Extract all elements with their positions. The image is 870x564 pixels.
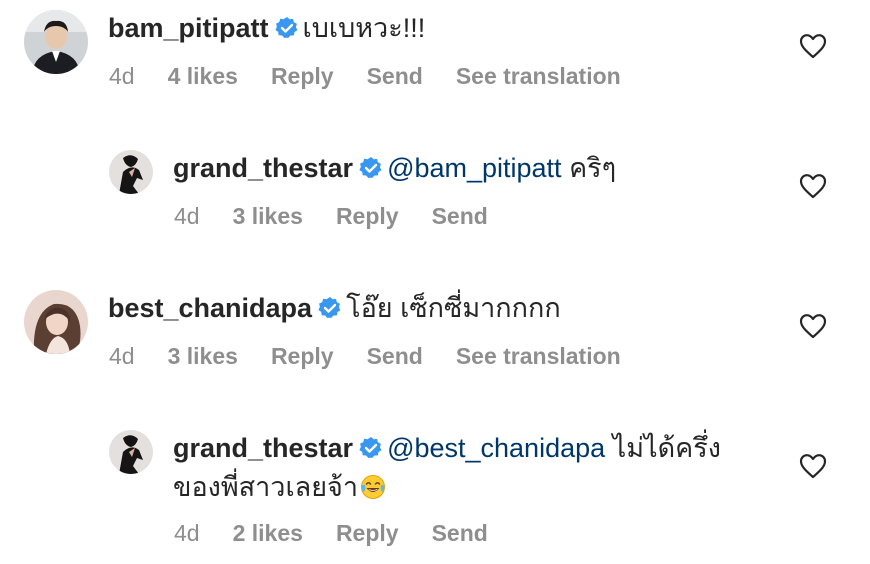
likes-count[interactable]: 4 likes [168,63,238,89]
comment-text: ไม่ได้ครึ่ง [605,433,721,463]
comment-time: 4d [174,203,200,229]
avatar-grand-thestar[interactable] [109,430,153,474]
comment-text-line: grand_thestar @best_chanidapa ไม่ได้ครึ่ง [173,431,721,465]
see-translation-button[interactable]: See translation [456,343,621,369]
comment-meta: 4d 2 likes Reply Send [174,519,521,547]
heart-outline-icon[interactable] [799,173,827,199]
comment-text-line: best_chanidapa โอ๊ย เซ็กซี่มากกกก [108,291,561,325]
mention-link[interactable]: @bam_pitipatt [387,153,562,183]
avatar-bam-pitipatt[interactable] [24,10,88,74]
comment-text-cont: ของพี่สาวเลยจ้า [173,472,359,502]
likes-count[interactable]: 3 likes [233,203,303,229]
avatar-grand-thestar[interactable] [109,150,153,194]
send-button[interactable]: Send [367,63,423,89]
comment-meta: 4d 3 likes Reply Send See translation [109,342,654,370]
send-button[interactable]: Send [432,520,488,546]
comment-text-line: grand_thestar @bam_pitipatt คริๆ [173,151,616,185]
likes-count[interactable]: 3 likes [168,343,238,369]
comment-time: 4d [109,63,135,89]
send-button[interactable]: Send [432,203,488,229]
comment-text: โอ๊ย เซ็กซี่มากกกก [346,293,561,323]
username[interactable]: grand_thestar [173,153,353,183]
comment-text-continuation: ของพี่สาวเลยจ้า [173,470,386,504]
comment-meta: 4d 3 likes Reply Send [174,202,521,230]
username[interactable]: grand_thestar [173,433,353,463]
verified-badge-icon [359,157,382,178]
face-with-tears-of-joy-emoji [361,475,386,499]
comment-time: 4d [174,520,200,546]
comment-text: เบเบหวะ!!! [302,13,426,43]
verified-badge-icon [318,297,341,318]
see-translation-button[interactable]: See translation [456,63,621,89]
heart-outline-icon[interactable] [799,33,827,59]
heart-outline-icon[interactable] [799,453,827,479]
avatar-best-chanidapa[interactable] [24,290,88,354]
comment-text: คริๆ [561,153,617,183]
username[interactable]: best_chanidapa [108,293,312,323]
send-button[interactable]: Send [367,343,423,369]
reply-button[interactable]: Reply [271,63,334,89]
reply-button[interactable]: Reply [336,520,399,546]
heart-outline-icon[interactable] [799,313,827,339]
comment-meta: 4d 4 likes Reply Send See translation [109,62,654,90]
username[interactable]: bam_pitipatt [108,13,269,43]
mention-link[interactable]: @best_chanidapa [387,433,605,463]
likes-count[interactable]: 2 likes [233,520,303,546]
reply-button[interactable]: Reply [336,203,399,229]
verified-badge-icon [274,17,297,38]
verified-badge-icon [359,437,382,458]
comment-time: 4d [109,343,135,369]
reply-button[interactable]: Reply [271,343,334,369]
comment-text-line: bam_pitipatt เบเบหวะ!!! [108,11,425,45]
